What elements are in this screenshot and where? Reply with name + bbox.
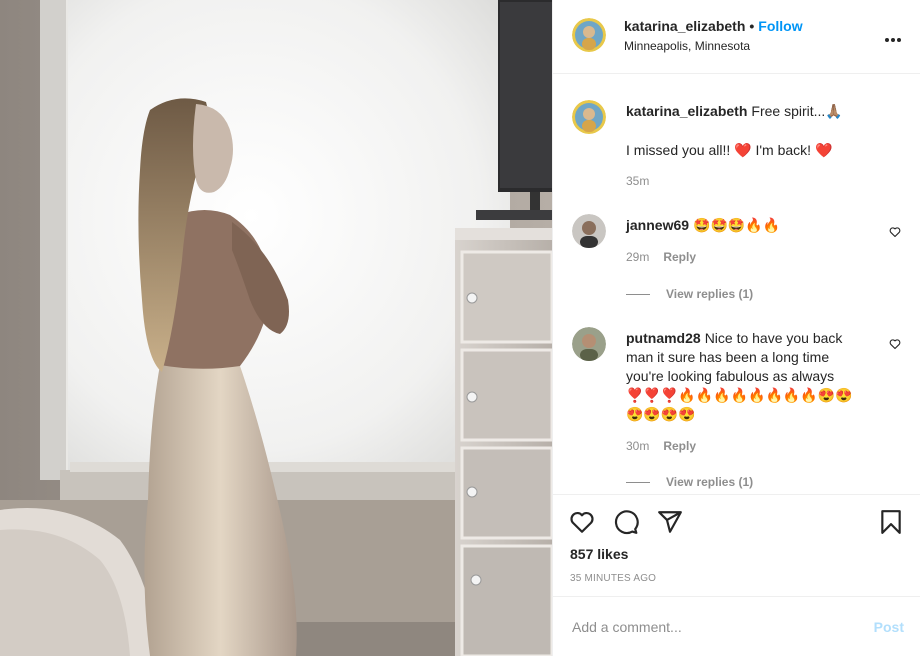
caption-text: katarina_elizabeth Free spirit...🙏🏽 I mis…: [626, 102, 866, 160]
comment-time[interactable]: 30m: [626, 439, 649, 453]
avatar[interactable]: [572, 100, 606, 134]
comment-username[interactable]: putnamd28: [626, 330, 701, 346]
like-comment-heart-icon[interactable]: [889, 338, 901, 350]
caption-line2: I missed you all!! ❤️ I'm back! ❤️: [626, 142, 833, 158]
caption-time[interactable]: 35m: [626, 174, 649, 188]
avatar[interactable]: [572, 214, 606, 248]
comment-meta: 29m Reply: [626, 250, 696, 264]
bookmark-icon[interactable]: [878, 509, 904, 535]
header-username[interactable]: katarina_elizabeth: [624, 18, 745, 34]
like-comment-heart-icon[interactable]: [889, 226, 901, 238]
avatar[interactable]: [572, 327, 606, 361]
share-icon[interactable]: [657, 509, 683, 535]
instagram-post: katarina_elizabeth • Follow Minneapolis, M…: [0, 0, 920, 656]
view-replies-label: View replies (1): [666, 475, 754, 489]
comment-meta: 30m Reply: [626, 439, 696, 453]
view-replies-button[interactable]: View replies (1): [626, 287, 753, 301]
likes-count[interactable]: 857 likes: [570, 546, 628, 562]
divider: [626, 294, 650, 296]
avatar[interactable]: [572, 18, 606, 52]
heart-icon[interactable]: [569, 509, 595, 535]
comment-time[interactable]: 29m: [626, 250, 649, 264]
reply-button[interactable]: Reply: [663, 250, 696, 264]
more-options-icon[interactable]: [885, 29, 903, 45]
reply-button[interactable]: Reply: [663, 439, 696, 453]
header-separator: •: [749, 18, 755, 34]
post-actions: 857 likes 35 MINUTES AGO: [553, 494, 920, 594]
caption-line1: Free spirit...🙏🏽: [751, 103, 843, 119]
post-timestamp[interactable]: 35 MINUTES AGO: [570, 573, 656, 584]
add-comment-bar: Post: [553, 596, 920, 656]
header-location[interactable]: Minneapolis, Minnesota: [624, 39, 750, 53]
comment-text: jannew69 🤩🤩🤩🔥🔥: [626, 216, 866, 235]
comment-input[interactable]: [570, 615, 854, 639]
comment-text: putnamd28 Nice to have you back man it su…: [626, 329, 866, 424]
post-side-panel: katarina_elizabeth • Follow Minneapolis, M…: [552, 0, 920, 656]
view-replies-label: View replies (1): [666, 287, 754, 301]
caption-username[interactable]: katarina_elizabeth: [626, 103, 747, 119]
post-comment-button[interactable]: Post: [874, 619, 904, 635]
comments-list[interactable]: katarina_elizabeth Free spirit...🙏🏽 I mis…: [553, 74, 920, 494]
photo-illustration: [0, 0, 552, 656]
post-photo[interactable]: [0, 0, 552, 656]
comment-icon[interactable]: [613, 509, 639, 535]
comment-username[interactable]: jannew69: [626, 217, 689, 233]
comment-body: 🤩🤩🤩🔥🔥: [693, 217, 781, 233]
follow-button[interactable]: Follow: [758, 18, 802, 34]
divider: [626, 482, 650, 484]
post-header: katarina_elizabeth • Follow Minneapolis, M…: [553, 0, 920, 74]
header-user-line: katarina_elizabeth • Follow: [624, 18, 803, 34]
view-replies-button[interactable]: View replies (1): [626, 475, 753, 489]
